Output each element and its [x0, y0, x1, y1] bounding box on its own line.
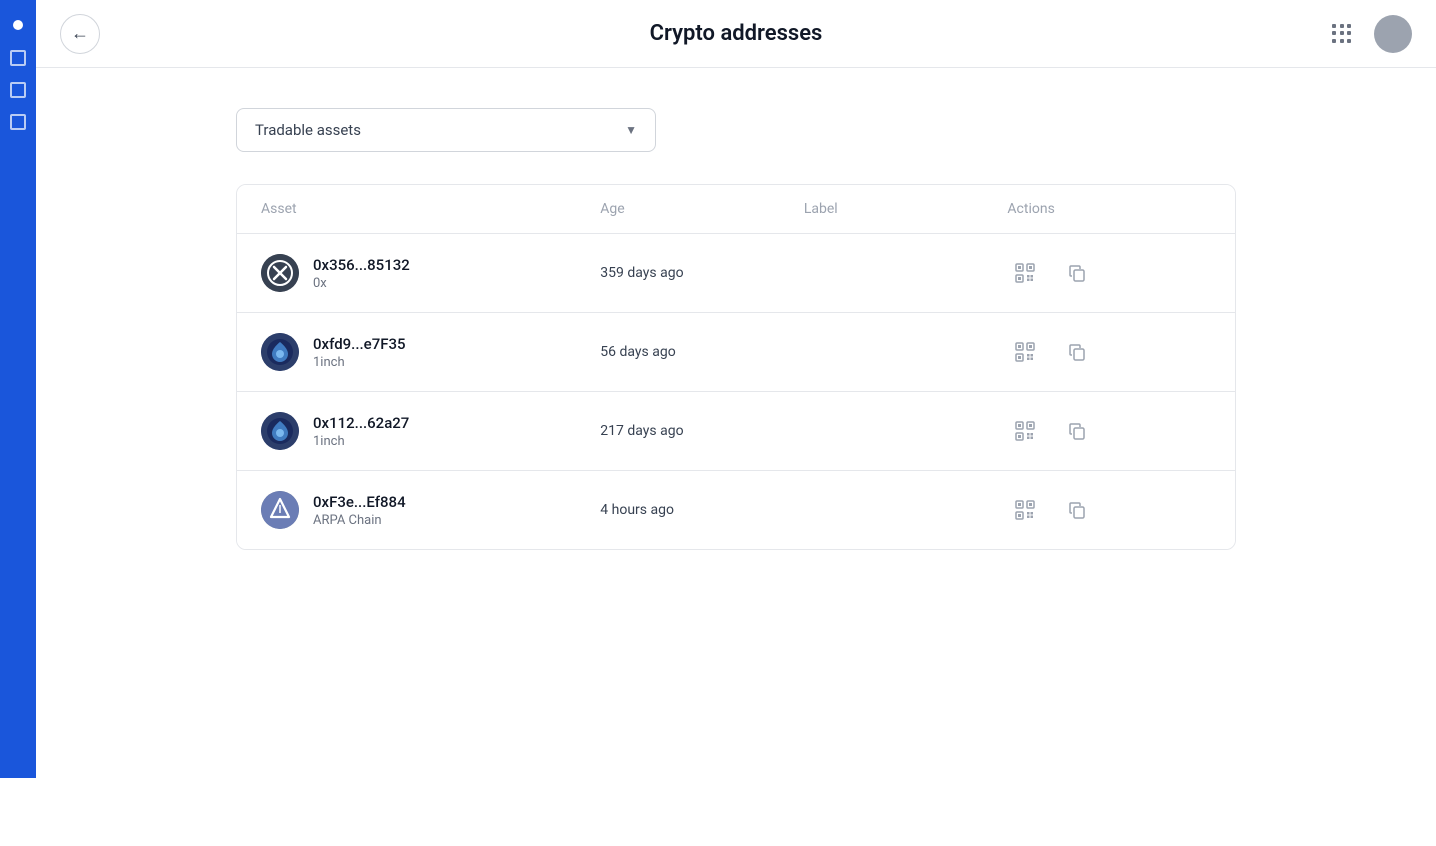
- sidebar: [0, 0, 36, 778]
- asset-address-4: 0xF3e...Ef884: [313, 493, 406, 511]
- asset-network-4: ARPA Chain: [313, 513, 406, 528]
- table-row: 0xfd9...e7F35 1inch 56 days ago: [237, 313, 1235, 392]
- table-row: 0x112...62a27 1inch 217 days ago: [237, 392, 1235, 471]
- table-row: 0x356...85132 0x 359 days ago: [237, 234, 1235, 313]
- qr-code-button-4[interactable]: [1007, 492, 1043, 528]
- avatar[interactable]: [1374, 15, 1412, 53]
- asset-address-3: 0x112...62a27: [313, 414, 409, 432]
- age-cell-3: 217 days ago: [600, 423, 804, 439]
- copy-button-1[interactable]: [1059, 255, 1095, 291]
- asset-cell-1: 0x356...85132 0x: [261, 254, 600, 292]
- col-label: Label: [804, 201, 1008, 217]
- age-cell-1: 359 days ago: [600, 265, 804, 281]
- asset-icon-2: [261, 333, 299, 371]
- main-content: Tradable assets ▼ Asset Age Label Action…: [36, 68, 1436, 590]
- asset-icon-4: [261, 491, 299, 529]
- sidebar-item-3[interactable]: [10, 114, 26, 130]
- asset-info-4: 0xF3e...Ef884 ARPA Chain: [313, 493, 406, 528]
- page-title: Crypto addresses: [650, 21, 823, 46]
- asset-network-1: 0x: [313, 276, 410, 291]
- actions-cell-2: [1007, 334, 1211, 370]
- header-right: [1322, 14, 1412, 54]
- filter-label: Tradable assets: [255, 121, 361, 139]
- qr-code-button-3[interactable]: [1007, 413, 1043, 449]
- asset-network-2: 1inch: [313, 355, 406, 370]
- asset-address-1: 0x356...85132: [313, 256, 410, 274]
- table-row: 0xF3e...Ef884 ARPA Chain 4 hours ago: [237, 471, 1235, 549]
- col-asset: Asset: [261, 201, 600, 217]
- back-button[interactable]: ←: [60, 14, 100, 54]
- age-cell-2: 56 days ago: [600, 344, 804, 360]
- actions-cell-1: [1007, 255, 1211, 291]
- asset-info-3: 0x112...62a27 1inch: [313, 414, 409, 449]
- asset-cell-4: 0xF3e...Ef884 ARPA Chain: [261, 491, 600, 529]
- sidebar-dot-1: [13, 20, 23, 30]
- asset-icon-1: [261, 254, 299, 292]
- asset-info-1: 0x356...85132 0x: [313, 256, 410, 291]
- asset-network-3: 1inch: [313, 434, 409, 449]
- asset-info-2: 0xfd9...e7F35 1inch: [313, 335, 406, 370]
- header-left: ←: [60, 14, 100, 54]
- copy-button-2[interactable]: [1059, 334, 1095, 370]
- copy-button-3[interactable]: [1059, 413, 1095, 449]
- crypto-table: Asset Age Label Actions 0x356...85132: [236, 184, 1236, 550]
- asset-cell-2: 0xfd9...e7F35 1inch: [261, 333, 600, 371]
- chevron-down-icon: ▼: [625, 123, 637, 137]
- qr-code-button-1[interactable]: [1007, 255, 1043, 291]
- apps-icon-button[interactable]: [1322, 14, 1362, 54]
- age-cell-4: 4 hours ago: [600, 502, 804, 518]
- sidebar-item-2[interactable]: [10, 82, 26, 98]
- filter-dropdown[interactable]: Tradable assets ▼: [236, 108, 656, 152]
- col-actions: Actions: [1007, 201, 1211, 217]
- actions-cell-3: [1007, 413, 1211, 449]
- copy-button-4[interactable]: [1059, 492, 1095, 528]
- asset-address-2: 0xfd9...e7F35: [313, 335, 406, 353]
- actions-cell-4: [1007, 492, 1211, 528]
- col-age: Age: [600, 201, 804, 217]
- sidebar-item-1[interactable]: [10, 50, 26, 66]
- asset-cell-3: 0x112...62a27 1inch: [261, 412, 600, 450]
- qr-code-button-2[interactable]: [1007, 334, 1043, 370]
- table-header: Asset Age Label Actions: [237, 185, 1235, 234]
- grid-icon: [1332, 24, 1352, 44]
- asset-icon-3: [261, 412, 299, 450]
- header: ← Crypto addresses: [36, 0, 1436, 68]
